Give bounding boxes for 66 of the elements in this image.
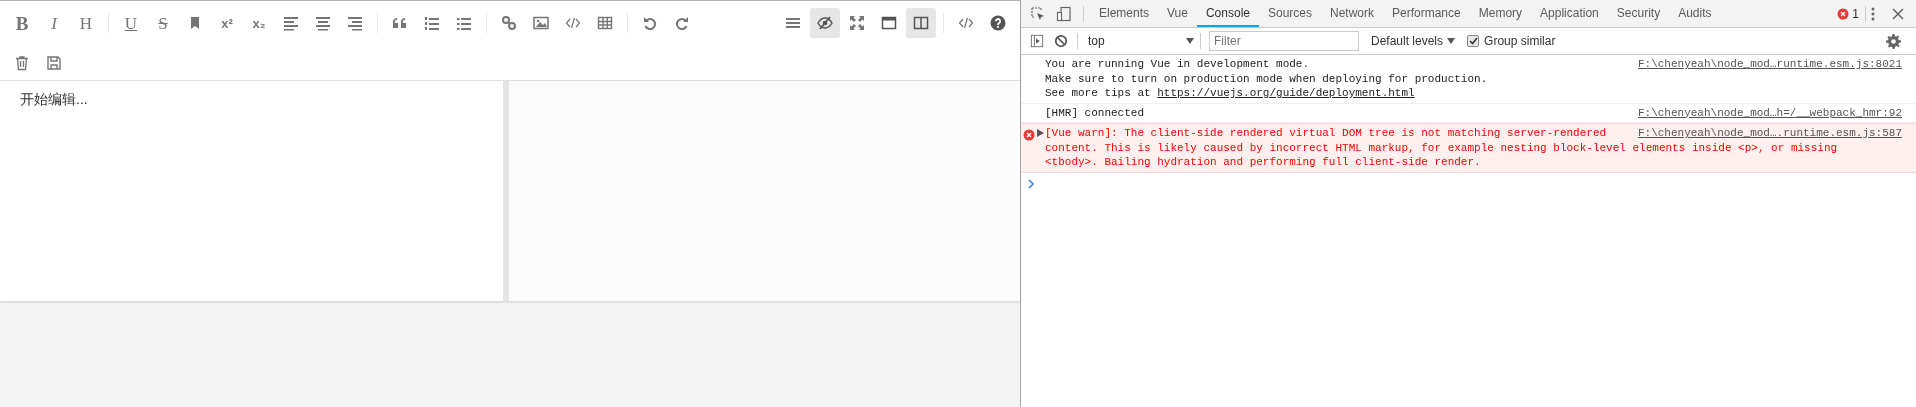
menu-icon bbox=[785, 15, 801, 31]
devtools-tab[interactable]: Network bbox=[1321, 0, 1383, 27]
ban-icon bbox=[1054, 34, 1068, 48]
devtools-tab[interactable]: Audits bbox=[1669, 0, 1721, 27]
devtools-tab[interactable]: Vue bbox=[1158, 0, 1197, 27]
filter-field[interactable]: Filter bbox=[1209, 31, 1359, 51]
help-icon bbox=[990, 15, 1006, 31]
sidebar-icon bbox=[1030, 34, 1044, 48]
log-message: [HMR] connected bbox=[1045, 105, 1146, 120]
sup-button[interactable]: x² bbox=[212, 8, 242, 38]
devtools-tab[interactable]: Memory bbox=[1469, 0, 1532, 27]
redo-icon bbox=[674, 15, 690, 31]
trash-icon bbox=[14, 55, 30, 71]
source-link[interactable]: F:\chenyeah\node_mod….runtime.esm.js:587 bbox=[1637, 126, 1902, 141]
quote-icon bbox=[392, 15, 408, 31]
caret-icon bbox=[1447, 38, 1456, 44]
undo-icon bbox=[642, 15, 658, 31]
levels-dropdown[interactable]: Default levels bbox=[1367, 32, 1460, 50]
split-view-button[interactable] bbox=[906, 8, 936, 38]
bold-button[interactable]: B bbox=[7, 8, 37, 38]
split-view-icon bbox=[913, 15, 929, 31]
close-icon bbox=[1891, 6, 1905, 21]
link[interactable]: https://vuejs.org/guide/deployment.html bbox=[1157, 87, 1415, 99]
kebab-icon bbox=[1871, 6, 1875, 21]
underline-button[interactable]: U bbox=[116, 8, 146, 38]
numbered-list-icon bbox=[424, 15, 440, 31]
align-center-icon bbox=[315, 15, 331, 31]
source-link[interactable]: F:\chenyeah\node_mod…runtime.esm.js:8021 bbox=[1637, 57, 1902, 72]
sub-button[interactable]: x₂ bbox=[244, 8, 274, 38]
prompt-icon bbox=[1027, 179, 1035, 190]
error-message-line: [Vue warn]: The client-side rendered virtual DOM tree is not matching server-rendered bbox=[1045, 126, 1607, 141]
code-icon bbox=[958, 15, 974, 31]
group-similar-checkbox[interactable] bbox=[1467, 35, 1480, 47]
heading-button[interactable]: H bbox=[71, 8, 101, 38]
log-message: You are running Vue in development mode. Make sure to turn on production mode when deploying for production. See more tips at https://vuejs.org/guide/deployment.html bbox=[1045, 57, 1489, 101]
eye-slash-button[interactable] bbox=[810, 8, 840, 38]
error-message-line: content. This is likely caused by incorrect HTML markup, for example nesting block-level elements inside <p>, or missing <tbody>. Bailing hydration and performing full client-side render. bbox=[1045, 140, 1839, 170]
align-right-icon bbox=[347, 15, 363, 31]
image-icon bbox=[533, 15, 549, 31]
align-left-icon bbox=[283, 15, 299, 31]
devtools-tab[interactable]: Security bbox=[1607, 0, 1670, 27]
devtools-tab[interactable]: Performance bbox=[1383, 0, 1470, 27]
strike-button[interactable]: S bbox=[148, 8, 178, 38]
gear-icon bbox=[1886, 33, 1901, 49]
devtools-tab[interactable]: Console bbox=[1196, 0, 1259, 27]
context-select[interactable]: top bbox=[1082, 31, 1200, 51]
chain-icon bbox=[501, 15, 517, 31]
italic-button[interactable]: I bbox=[39, 8, 69, 38]
devtools-tab[interactable]: Sources bbox=[1258, 0, 1321, 27]
code-icon bbox=[565, 15, 581, 31]
devtools-tab[interactable]: Application bbox=[1531, 0, 1608, 27]
table-icon bbox=[597, 15, 613, 31]
expand-triangle-icon bbox=[1037, 129, 1044, 137]
eye-slash-icon bbox=[817, 15, 833, 31]
fullscreen-icon bbox=[849, 15, 865, 31]
caret-icon bbox=[1186, 38, 1194, 44]
error-count: 1 bbox=[1852, 5, 1859, 23]
source-link[interactable]: F:\chenyeah\node_mod…h=/__webpack_hmr:92 bbox=[1637, 105, 1902, 120]
window-icon bbox=[881, 15, 897, 31]
error-icon bbox=[1023, 129, 1035, 142]
bullet-list-icon bbox=[456, 15, 472, 31]
inspect-icon bbox=[1030, 5, 1046, 22]
error-icon bbox=[1837, 7, 1850, 20]
checkbox-label: Group similar bbox=[1484, 33, 1556, 50]
devtools-tab[interactable]: Elements bbox=[1090, 0, 1159, 27]
device-icon bbox=[1056, 5, 1072, 22]
